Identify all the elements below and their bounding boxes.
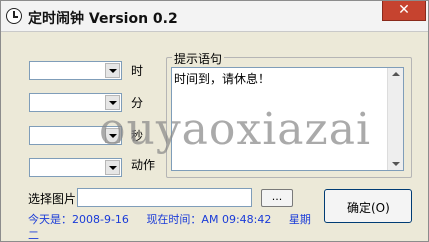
image-path-input[interactable] (77, 188, 252, 207)
ok-button[interactable]: 确定(O) (324, 189, 412, 223)
today-date: 今天是：2008-9-16 (28, 213, 129, 226)
watermark: ouyaoxiazai (99, 104, 372, 155)
image-label: 选择图片 (28, 192, 77, 206)
title-bar: 定时闹钟 Version 0.2 ✕ (1, 1, 428, 32)
prompt-text: 时间到，请休息！ (174, 72, 271, 86)
clock-icon (6, 8, 22, 24)
action-label: 动作 (131, 158, 156, 172)
scroll-up-icon[interactable] (392, 72, 400, 76)
hour-combo[interactable] (29, 61, 122, 80)
hour-label: 时 (131, 64, 144, 78)
ok-button-label: 确定(O) (347, 201, 390, 215)
close-button[interactable]: ✕ (382, 1, 426, 21)
weekday-value: 二 (28, 229, 39, 242)
scroll-down-icon[interactable] (392, 162, 400, 166)
weekday-label: 星期 (288, 213, 311, 226)
status-line: 今天是：2008-9-16 现在时间：AM 09:48:42 星期 (28, 211, 311, 227)
prompt-scrollbar[interactable] (387, 68, 403, 170)
prompt-group-title: 提示语句 (172, 50, 225, 67)
chevron-down-icon[interactable] (105, 160, 120, 175)
current-time: 现在时间：AM 09:48:42 (146, 213, 272, 226)
chevron-down-icon[interactable] (105, 63, 120, 78)
alarm-window: 定时闹钟 Version 0.2 ✕ 时 分 秒 动作 提示语句 时间到，请休息… (0, 0, 429, 242)
browse-button[interactable]: ... (261, 189, 293, 207)
window-title: 定时闹钟 Version 0.2 (28, 11, 178, 27)
action-combo[interactable] (29, 158, 122, 177)
